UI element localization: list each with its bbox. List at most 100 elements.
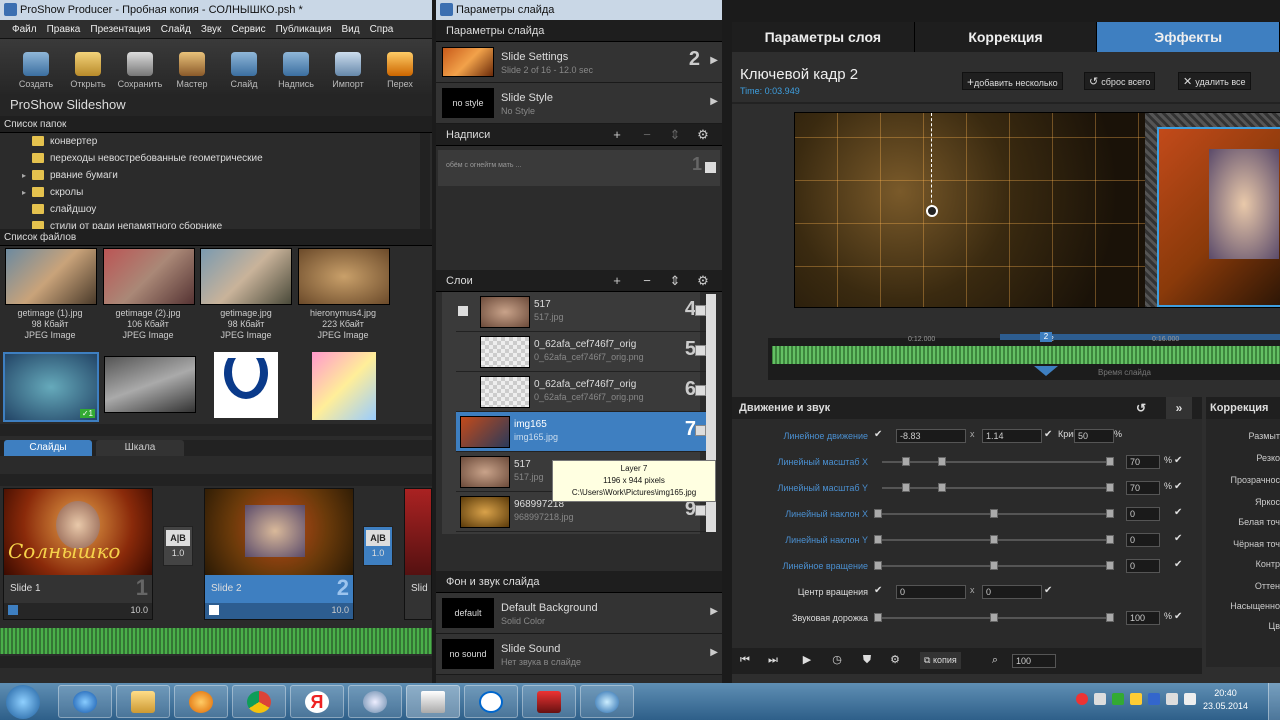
sound-row[interactable]: no sound Slide Sound Нет звука в слайде … [436, 634, 722, 675]
correction-item[interactable]: Насыщенно [1230, 601, 1280, 611]
layer-checkbox[interactable] [695, 385, 706, 396]
slide-options-title-bar[interactable]: Параметры слайда [436, 0, 722, 20]
slider-knob[interactable] [1106, 509, 1114, 518]
rotation-input[interactable]: 0 [1126, 559, 1160, 573]
layer-selection-frame[interactable] [1157, 127, 1280, 307]
tray-icon[interactable] [1112, 693, 1124, 705]
tilt-x-input[interactable]: 0 [1126, 507, 1160, 521]
chevron-right-icon[interactable]: ▶ [710, 606, 718, 617]
reset-all-button[interactable]: ↺ сброс всего [1084, 72, 1156, 90]
zoom-input[interactable]: 100 [1012, 654, 1056, 668]
background-row[interactable]: default Default Background Solid Color ▶ [436, 593, 722, 634]
tray-icon[interactable] [1094, 693, 1106, 705]
correction-item[interactable]: Резко [1256, 453, 1280, 463]
delete-all-button[interactable]: ✕ удалить все [1178, 72, 1251, 90]
slide-card[interactable]: Slid [404, 488, 432, 620]
add-layer-icon[interactable]: + [608, 273, 626, 289]
taskbar-yandex[interactable]: Я [290, 685, 344, 718]
correction-item[interactable]: Оттен [1255, 581, 1280, 591]
remove-layer-icon[interactable]: − [638, 273, 656, 289]
slider-knob[interactable] [990, 561, 998, 570]
keyframe-number[interactable]: 2 [1040, 332, 1052, 342]
gear-icon[interactable]: ⚙ [886, 652, 904, 669]
layer-checkbox[interactable] [695, 305, 706, 316]
caption-button[interactable]: Надпись [270, 39, 322, 94]
menu-service[interactable]: Сервис [231, 24, 265, 35]
slider-knob[interactable] [902, 483, 910, 492]
pan-y-input[interactable]: 1.14 [982, 429, 1042, 443]
taskbar-proshow[interactable] [406, 685, 460, 718]
tab-timeline[interactable]: Шкала [96, 440, 184, 456]
check-icon[interactable]: ✔ [1044, 429, 1052, 440]
menu-edit[interactable]: Правка [47, 24, 81, 35]
slider-knob[interactable] [1106, 561, 1114, 570]
slides-scrollbar[interactable] [0, 656, 432, 668]
menu-presentation[interactable]: Презентация [90, 24, 150, 35]
taskbar-media[interactable] [174, 685, 228, 718]
slider-knob[interactable] [874, 509, 882, 518]
file-thumb[interactable] [103, 248, 195, 305]
correction-item[interactable]: Контр [1256, 559, 1280, 569]
taskbar-sound[interactable] [348, 685, 402, 718]
layer-item-selected[interactable]: img165 img165.jpg 7 [456, 412, 706, 452]
layer-group-toggle[interactable] [458, 306, 468, 316]
remove-caption-icon[interactable]: − [638, 127, 656, 143]
folder-item[interactable]: ▸ рвание бумаги [0, 167, 432, 184]
tab-effects[interactable]: Эффекты [1097, 22, 1280, 52]
scale-y-input[interactable]: 70 [1126, 481, 1160, 495]
play-icon[interactable] [8, 605, 18, 615]
chevron-right-icon[interactable]: ▶ [710, 647, 718, 658]
check-icon[interactable]: ✔ [1174, 559, 1182, 570]
reorder-icon[interactable]: ⇕ [666, 127, 684, 143]
import-button[interactable]: Импорт [322, 39, 374, 94]
correction-item[interactable]: Размыт [1248, 431, 1280, 441]
layer-item[interactable]: 517 517.jpg 4 [456, 292, 706, 332]
correction-item[interactable]: Чёрная точ [1233, 539, 1280, 549]
wizard-button[interactable]: Мастер [166, 39, 218, 94]
layer-checkbox[interactable] [695, 345, 706, 356]
slider-knob[interactable] [938, 457, 946, 466]
correction-item[interactable]: Прозрачнос [1231, 475, 1280, 485]
tab-layer-params[interactable]: Параметры слоя [732, 22, 915, 52]
check-icon[interactable]: ✔ [1174, 507, 1182, 518]
slide-preview[interactable] [794, 112, 1280, 308]
slider-knob[interactable] [1106, 535, 1114, 544]
tray-icon[interactable] [1076, 693, 1088, 705]
taskbar-dell[interactable] [464, 685, 518, 718]
transition-duration[interactable]: 1.0 [172, 548, 185, 558]
undo-icon[interactable]: ↺ [1136, 397, 1146, 419]
chevron-right-icon[interactable]: ▶ [710, 96, 718, 107]
tray-icon[interactable] [1148, 693, 1160, 705]
create-button[interactable]: Создать [10, 39, 62, 94]
clock-icon[interactable]: ◷ [828, 652, 846, 669]
tab-correction[interactable]: Коррекция [914, 22, 1098, 52]
file-scrollbar[interactable] [0, 424, 432, 436]
scale-x-input[interactable]: 70 [1126, 455, 1160, 469]
check-icon[interactable]: ✔ [1174, 455, 1182, 466]
check-icon[interactable]: ✔ [874, 585, 882, 596]
gear-icon[interactable]: ⚙ [694, 273, 712, 289]
tilt-y-input[interactable]: 0 [1126, 533, 1160, 547]
folder-item[interactable]: ▸ скролы [0, 184, 432, 201]
caption-item[interactable]: обём с огнейтм мать ... 1 [438, 150, 720, 186]
menu-publish[interactable]: Публикация [276, 24, 332, 35]
transition-box[interactable]: A|B 1.0 [363, 526, 393, 566]
slider-knob[interactable] [874, 613, 882, 622]
double-chevron-icon[interactable]: » [1166, 397, 1192, 419]
file-thumb[interactable] [298, 248, 390, 305]
layer-item[interactable]: 0_62afa_cef746f7_orig 0_62afa_cef746f7_o… [456, 332, 706, 372]
transition-duration[interactable]: 1.0 [372, 548, 385, 558]
menu-help[interactable]: Спра [370, 24, 394, 35]
motion-point-icon[interactable] [926, 205, 938, 217]
correction-item[interactable]: Цв [1269, 621, 1280, 631]
transition-box[interactable]: A|B 1.0 [163, 526, 193, 566]
chevron-right-icon[interactable]: ▶ [710, 55, 718, 66]
play-icon[interactable]: ▶ [798, 652, 816, 669]
check-icon[interactable]: ✔ [874, 429, 882, 440]
window-title-bar[interactable]: ProShow Producer - Пробная копия - СОЛНЫ… [0, 0, 432, 20]
layer-checkbox[interactable] [695, 425, 706, 436]
menu-slide[interactable]: Слайд [161, 24, 191, 35]
taskbar-ie2[interactable] [580, 685, 634, 718]
transition-button[interactable]: Перех [374, 39, 426, 94]
curve-input[interactable]: 50 [1074, 429, 1114, 443]
